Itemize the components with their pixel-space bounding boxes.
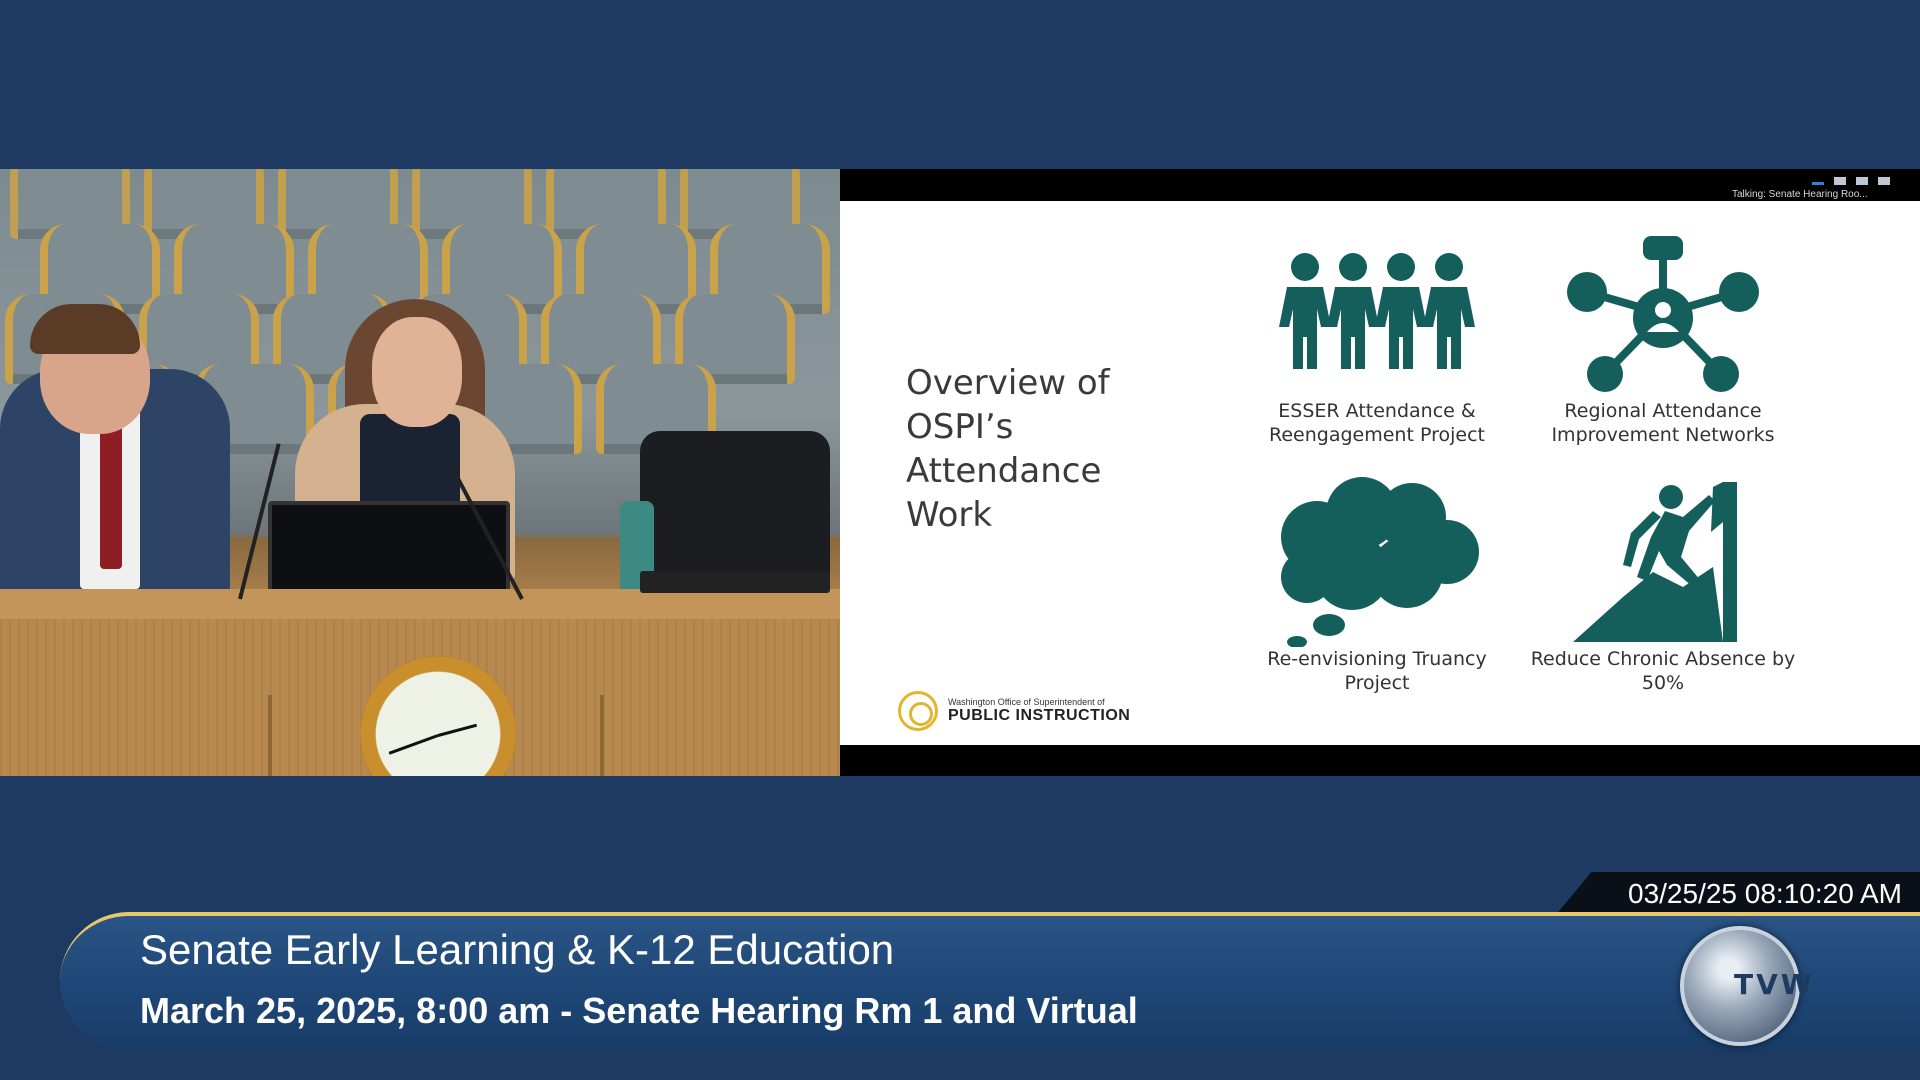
slide-item-truancy: Re-envisioning Truancy Project xyxy=(1237,477,1517,695)
mountain-climber-icon xyxy=(1573,482,1737,642)
network-hub-icon xyxy=(1567,236,1759,392)
desk-seam xyxy=(600,695,604,776)
desk-top xyxy=(0,589,840,619)
committee-title: Senate Early Learning & K-12 Education xyxy=(140,926,895,973)
stack-view-icon[interactable] xyxy=(1856,177,1868,185)
broadcast-timestamp: 03/25/25 08:10:20 AM xyxy=(1628,878,1902,909)
slide-item-caption: Re-envisioning Truancy Project xyxy=(1267,648,1487,694)
thought-cloud-icon xyxy=(1281,477,1479,647)
people-group-icon xyxy=(1279,253,1475,369)
desk-seam xyxy=(268,695,272,776)
grid-view-icon[interactable] xyxy=(1878,177,1890,185)
minimize-icon[interactable] xyxy=(1812,182,1824,185)
presentation-slide: Overview of OSPI’s Attendance Work Washi… xyxy=(840,201,1920,745)
slide-item-chronic-absence: Reduce Chronic Absence by 50% xyxy=(1523,477,1803,695)
camera-feed xyxy=(0,169,840,776)
slide-title: Overview of OSPI’s Attendance Work xyxy=(906,363,1110,535)
empty-chair xyxy=(640,431,830,581)
talking-indicator: Talking: Senate Hearing Roo... xyxy=(1732,189,1868,200)
clock-hour-hand xyxy=(437,723,478,737)
tvw-logo-icon: TVW xyxy=(1680,926,1812,1046)
shared-screen: Talking: Senate Hearing Roo... Overview … xyxy=(840,169,1920,776)
lower-third-banner: Senate Early Learning & K-12 Education M… xyxy=(60,912,1920,1050)
slide-item-caption: ESSER Attendance & Reengagement Project xyxy=(1269,400,1485,446)
staffer-hair xyxy=(30,304,140,354)
ospi-logo-small: Washington Office of Superintendent of xyxy=(948,697,1105,707)
hearing-details: March 25, 2025, 8:00 am - Senate Hearing… xyxy=(140,990,1138,1031)
slide-item-caption: Regional Attendance Improvement Networks xyxy=(1551,400,1775,446)
slide-item-regional: Regional Attendance Improvement Networks xyxy=(1523,229,1803,447)
clock-minute-hand xyxy=(388,734,439,755)
slide-item-esser: ESSER Attendance & Reengagement Project xyxy=(1237,229,1517,447)
presenter-face xyxy=(372,317,462,427)
ospi-seal-icon xyxy=(898,691,938,731)
timestamp-tab: 03/25/25 08:10:20 AM xyxy=(1555,872,1920,916)
ospi-logo-big: PUBLIC INSTRUCTION xyxy=(948,707,1131,724)
keyboard xyxy=(640,571,830,593)
ospi-logo: Washington Office of Superintendent of P… xyxy=(898,691,1130,731)
tvw-logo-text: TVW xyxy=(1734,968,1815,1001)
slide-item-caption: Reduce Chronic Absence by 50% xyxy=(1530,648,1796,694)
single-view-icon[interactable] xyxy=(1834,177,1846,185)
